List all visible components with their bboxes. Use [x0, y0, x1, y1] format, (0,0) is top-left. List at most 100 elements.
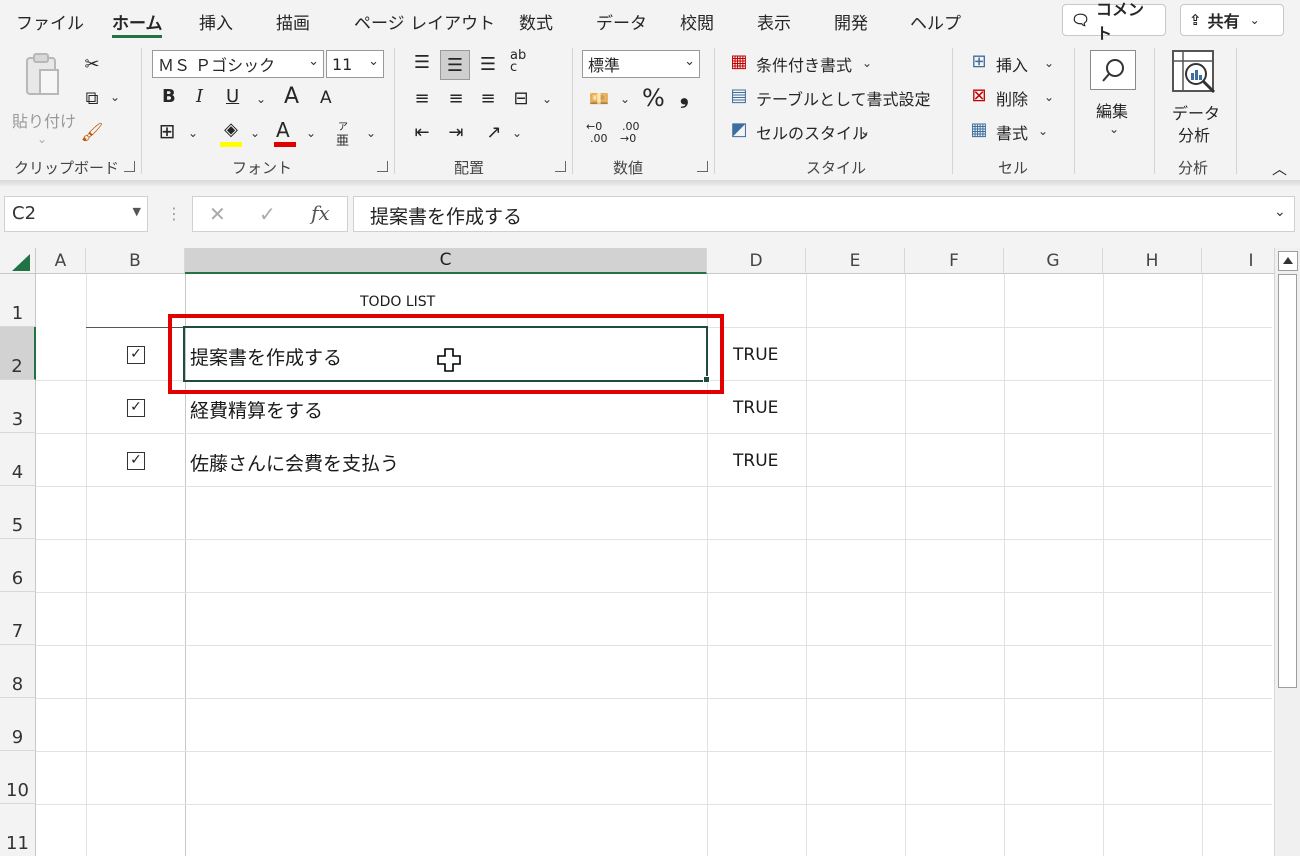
tab-developer[interactable]: 開発	[834, 9, 868, 34]
name-box[interactable]: C2 ▼	[4, 196, 148, 232]
row-header-11[interactable]: 11	[0, 804, 36, 856]
task-text-3[interactable]: 佐藤さんに会費を支払う	[190, 449, 399, 476]
enter-icon[interactable]: ✓	[259, 202, 276, 226]
cut-icon[interactable]: ✂	[80, 52, 104, 76]
align-bottom-icon[interactable]: ☰	[476, 52, 500, 76]
orientation-icon[interactable]: ↗	[482, 120, 506, 144]
chevron-down-icon[interactable]: ⌄	[620, 92, 630, 106]
tab-data[interactable]: データ	[596, 9, 647, 34]
chevron-down-icon[interactable]: ⌄	[110, 90, 120, 104]
comment-button[interactable]: 🗨 コメント	[1062, 0, 1166, 43]
font-size-select[interactable]: 11 ⌄	[326, 50, 384, 78]
task-value-2[interactable]: TRUE	[733, 398, 778, 418]
row-header-4[interactable]: 4	[0, 433, 36, 486]
task-value-3[interactable]: TRUE	[733, 451, 778, 471]
tab-draw[interactable]: 描画	[276, 9, 310, 34]
row-header-1[interactable]: 1	[0, 274, 36, 327]
increase-decimal-button[interactable]: ←0 .00	[586, 120, 614, 148]
fill-color-button[interactable]: ◈	[218, 118, 244, 148]
cell-styles-button[interactable]: ◩ セルのスタイル ⌄	[728, 118, 878, 144]
format-painter-icon[interactable]: 🖌	[80, 120, 104, 144]
task-checkbox-2[interactable]: ✓	[127, 399, 145, 417]
chevron-down-icon[interactable]: ⌄	[188, 126, 198, 140]
chevron-down-icon[interactable]: ⌄	[306, 126, 316, 140]
expand-formula-bar-icon[interactable]: ⌄	[1274, 204, 1286, 220]
select-all-button[interactable]	[0, 248, 36, 274]
share-button[interactable]: ⇪ 共有 ⌄	[1180, 4, 1284, 36]
formula-input[interactable]: 提案書を作成する	[353, 196, 1295, 232]
grow-font-button[interactable]: A	[284, 84, 299, 109]
tab-view[interactable]: 表示	[757, 9, 791, 34]
row-header-7[interactable]: 7	[0, 592, 36, 645]
tab-formulas[interactable]: 数式	[519, 9, 553, 34]
tab-help[interactable]: ヘルプ	[910, 9, 961, 34]
column-header-f[interactable]: F	[905, 248, 1004, 274]
row-header-8[interactable]: 8	[0, 645, 36, 698]
row-header-5[interactable]: 5	[0, 486, 36, 539]
vertical-scrollbar[interactable]	[1274, 248, 1300, 856]
wrap-text-button[interactable]: ab c	[510, 49, 534, 74]
row-header-9[interactable]: 9	[0, 698, 36, 751]
chevron-down-icon[interactable]: ⌄	[542, 92, 552, 106]
column-header-d[interactable]: D	[707, 248, 806, 274]
task-value-1[interactable]: TRUE	[733, 345, 778, 365]
task-checkbox-1[interactable]: ✓	[127, 346, 145, 364]
chevron-down-icon[interactable]: ⌄	[250, 126, 260, 140]
align-top-icon[interactable]: ☰	[410, 50, 434, 74]
decrease-indent-icon[interactable]: ⇤	[410, 120, 434, 144]
tab-page-layout[interactable]: ページ レイアウト	[354, 9, 495, 34]
percent-button[interactable]: %	[642, 84, 665, 112]
number-format-select[interactable]: 標準 ⌄	[582, 50, 700, 78]
align-right-icon[interactable]: ≡	[476, 86, 500, 110]
borders-icon[interactable]: ⊞	[156, 119, 178, 143]
shrink-font-button[interactable]: A	[320, 88, 332, 108]
align-middle-icon[interactable]: ☰	[440, 50, 470, 80]
scroll-up-icon[interactable]	[1278, 251, 1298, 271]
align-left-icon[interactable]: ≡	[410, 86, 434, 110]
currency-icon[interactable]: 💴	[586, 86, 612, 110]
chevron-down-icon[interactable]: ⌄	[512, 126, 522, 140]
analyze-data-button[interactable]: データ 分析	[1166, 48, 1224, 148]
collapse-ribbon-icon[interactable]: ︿	[1272, 158, 1287, 179]
column-header-h[interactable]: H	[1103, 248, 1202, 274]
chevron-down-icon[interactable]: ⌄	[366, 126, 376, 140]
chevron-down-icon[interactable]: ⌄	[256, 92, 266, 106]
bold-button[interactable]: B	[162, 86, 176, 107]
font-launcher-icon[interactable]	[377, 161, 388, 172]
editing-button[interactable]: 編集 ⌄	[1088, 48, 1140, 148]
task-checkbox-3[interactable]: ✓	[127, 452, 145, 470]
comma-button[interactable]: ❟	[680, 84, 689, 109]
insert-function-icon[interactable]: fx	[311, 201, 330, 225]
italic-button[interactable]: I	[196, 86, 203, 107]
format-as-table-button[interactable]: ▤ テーブルとして書式設定 ⌄	[728, 84, 938, 110]
copy-icon[interactable]: ⧉	[80, 86, 104, 110]
column-header-g[interactable]: G	[1004, 248, 1103, 274]
clipboard-launcher-icon[interactable]	[124, 161, 135, 172]
decrease-decimal-button[interactable]: .00 →0	[620, 120, 648, 148]
row-header-3[interactable]: 3	[0, 380, 36, 433]
tab-file[interactable]: ファイル	[16, 9, 84, 34]
delete-cells-button[interactable]: ⊠ 削除 ⌄	[968, 84, 1060, 110]
row-header-10[interactable]: 10	[0, 751, 36, 804]
row-header-6[interactable]: 6	[0, 539, 36, 592]
column-header-a[interactable]: A	[36, 248, 86, 274]
task-text-2[interactable]: 経費精算をする	[190, 396, 323, 423]
tab-home[interactable]: ホーム	[112, 9, 163, 34]
tab-insert[interactable]: 挿入	[199, 9, 233, 34]
tab-review[interactable]: 校閲	[680, 9, 714, 34]
align-center-icon[interactable]: ≡	[444, 86, 468, 110]
column-header-c[interactable]: C	[185, 248, 707, 274]
row-header-2[interactable]: 2	[0, 327, 36, 380]
number-launcher-icon[interactable]	[697, 161, 708, 172]
paste-button[interactable]: 貼り付け ⌄	[10, 50, 76, 150]
alignment-launcher-icon[interactable]	[555, 161, 566, 172]
format-cells-button[interactable]: ▦ 書式 ⌄	[968, 118, 1060, 144]
underline-button[interactable]: U	[226, 86, 239, 107]
insert-cells-button[interactable]: ⊞ 挿入 ⌄	[968, 50, 1060, 76]
font-name-select[interactable]: ＭＳ Ｐゴシック ⌄	[152, 50, 324, 78]
column-header-b[interactable]: B	[86, 248, 185, 274]
scrollbar-thumb[interactable]	[1278, 274, 1297, 688]
cancel-icon[interactable]: ✕	[209, 202, 226, 226]
font-color-button[interactable]: A	[272, 118, 298, 148]
column-header-e[interactable]: E	[806, 248, 905, 274]
